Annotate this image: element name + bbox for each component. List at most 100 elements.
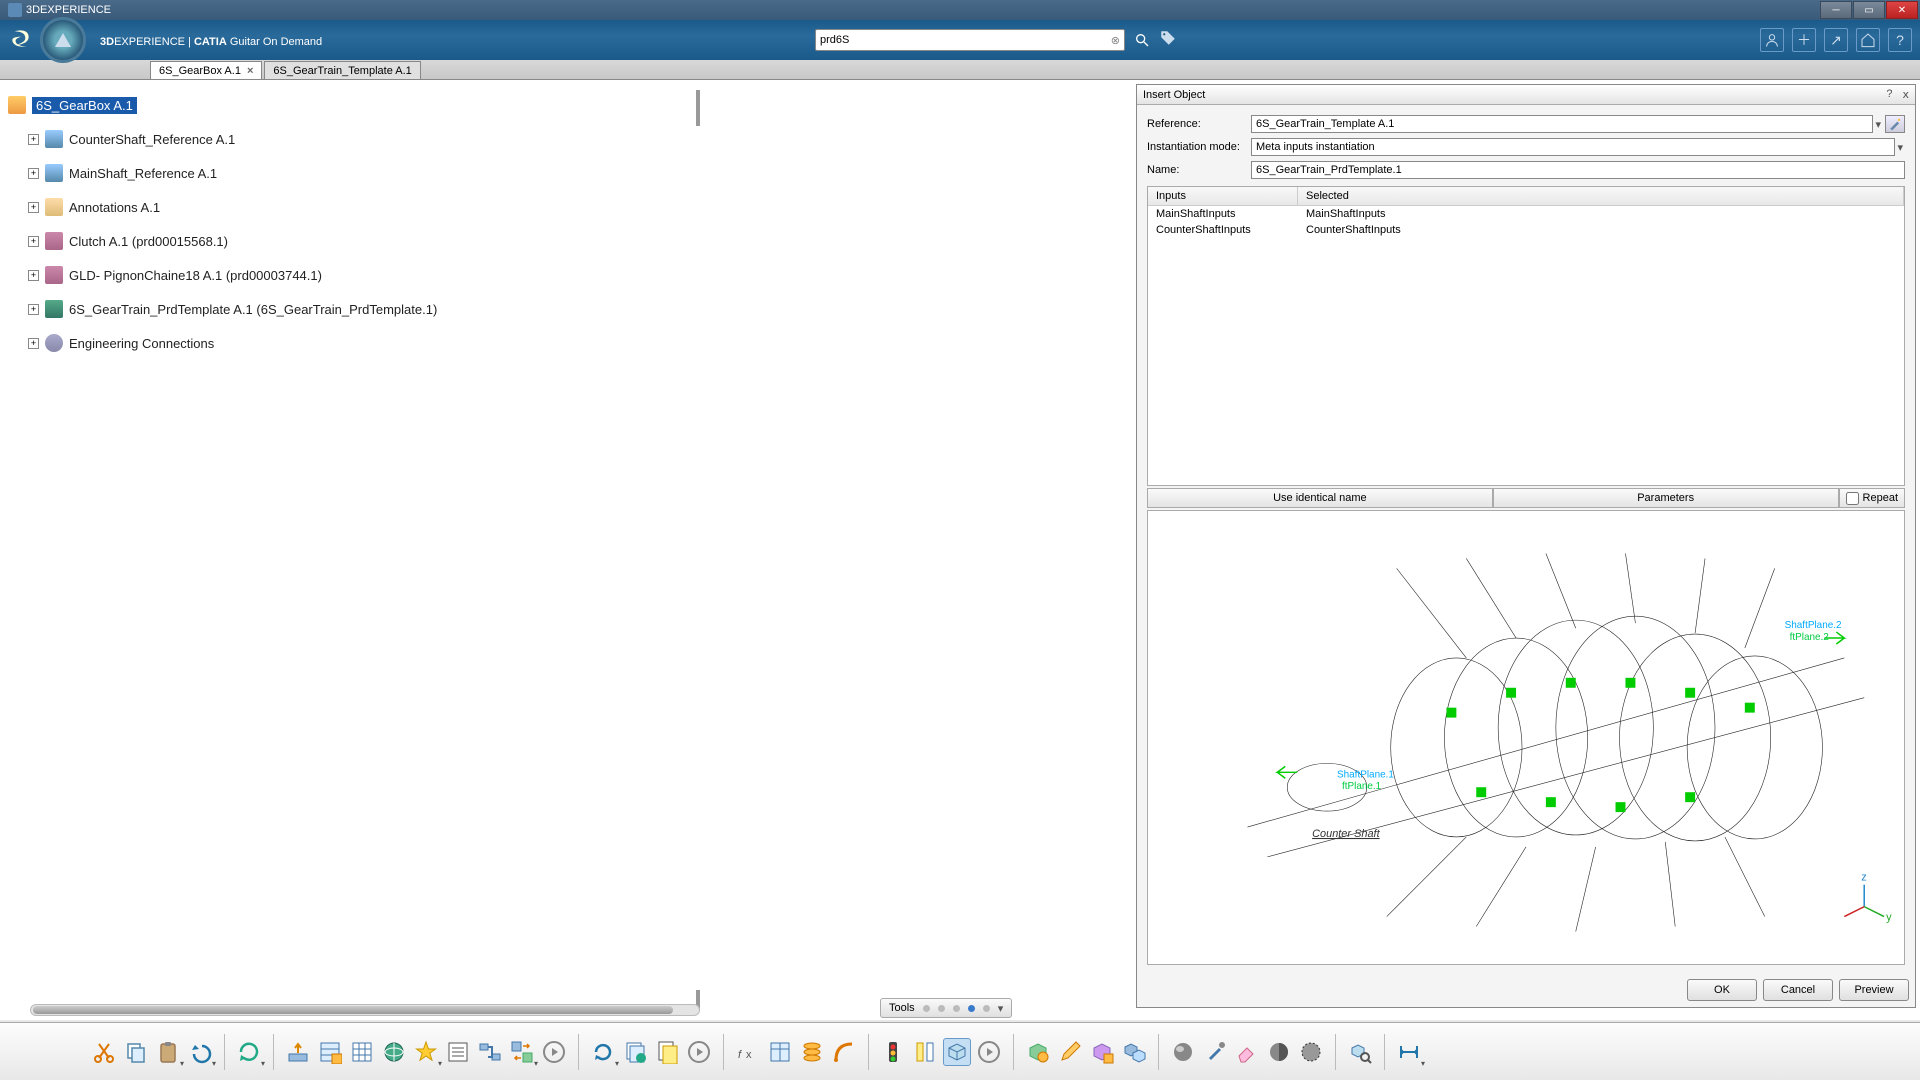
cut-icon[interactable] [90,1038,118,1066]
expand-icon[interactable]: + [28,168,39,179]
layers-icon[interactable] [621,1038,649,1066]
expand-icon[interactable]: + [28,134,39,145]
refresh-icon[interactable]: ▾ [589,1038,617,1066]
paste-icon[interactable]: ▾ [154,1038,182,1066]
inputs-row[interactable]: CounterShaftInputs CounterShaftInputs [1148,222,1904,238]
maximize-button[interactable]: ▭ [1853,1,1885,19]
tab-gearbox[interactable]: 6S_GearBox A.1 × [150,61,262,79]
add-icon[interactable]: ＋ [1792,28,1816,52]
picker-icon[interactable] [1201,1038,1229,1066]
user-icon[interactable] [1760,28,1784,52]
tools-pager[interactable]: Tools ▾ [880,998,1012,1018]
panel-help-icon[interactable]: ? [1886,88,1892,101]
tree-item-pignon[interactable]: + GLD- PignonChaine18 A.1 (prd00003744.1… [4,258,696,292]
browse-button[interactable] [1885,115,1905,133]
expand-icon[interactable]: + [28,236,39,247]
minimize-button[interactable]: ─ [1820,1,1852,19]
tree-root[interactable]: 6S_GearBox A.1 [4,88,696,122]
expand-icon[interactable]: + [28,202,39,213]
share-icon[interactable]: ↗ [1824,28,1848,52]
use-identical-name-button[interactable]: Use identical name [1147,488,1493,508]
dropdown-icon[interactable]: ▾ [1875,118,1881,131]
tag-icon[interactable] [1159,29,1181,51]
link-icon[interactable] [476,1038,504,1066]
preview-button[interactable]: Preview [1839,979,1909,1001]
play2-icon[interactable] [685,1038,713,1066]
doc-icon[interactable] [653,1038,681,1066]
page-dot[interactable] [923,1005,930,1012]
level-icon[interactable] [284,1038,312,1066]
swap-icon[interactable]: ▾ [508,1038,536,1066]
close-button[interactable]: ✕ [1886,1,1918,19]
connections-icon [45,334,63,352]
arc-icon[interactable] [830,1038,858,1066]
tab-geartrain-template[interactable]: 6S_GearTrain_Template A.1 [264,61,420,79]
tools-label: Tools [889,1002,915,1014]
traffic-icon[interactable] [879,1038,907,1066]
compass-button[interactable] [40,17,86,63]
box3d-icon[interactable] [943,1038,971,1066]
tree-item-prdtemplate[interactable]: + 6S_GearTrain_PrdTemplate A.1 (6S_GearT… [4,292,696,326]
world-icon[interactable] [380,1038,408,1066]
page-dot[interactable] [938,1005,945,1012]
shade2-icon[interactable] [1297,1038,1325,1066]
tree-item-clutch[interactable]: + Clutch A.1 (prd00015568.1) [4,224,696,258]
play-circle-icon[interactable] [540,1038,568,1066]
search3d-icon[interactable] [1346,1038,1374,1066]
h-scrollbar[interactable] [30,1004,700,1016]
parameters-button[interactable]: Parameters [1493,488,1839,508]
expand-icon[interactable]: + [28,338,39,349]
tree-item-engconnections[interactable]: + Engineering Connections [4,326,696,360]
copy-icon[interactable] [122,1038,150,1066]
name-input[interactable] [1251,161,1905,179]
search-input[interactable] [820,34,1111,46]
tool-cubes-icon[interactable] [1120,1038,1148,1066]
list-icon[interactable] [444,1038,472,1066]
chevron-down-icon[interactable]: ▾ [998,1002,1004,1015]
tree-item-countershaft[interactable]: + CounterShaft_Reference A.1 [4,122,696,156]
ruler-icon[interactable] [911,1038,939,1066]
inputs-row[interactable]: MainShaftInputs MainShaftInputs [1148,206,1904,222]
favorite-icon[interactable]: ▾ [412,1038,440,1066]
tool-cube-icon[interactable] [1088,1038,1116,1066]
eraser-icon[interactable] [1233,1038,1261,1066]
tab-close-icon[interactable]: × [247,65,253,77]
fx-icon[interactable]: fx [734,1038,762,1066]
sphere-icon[interactable] [1169,1038,1197,1066]
tree-item-mainshaft[interactable]: + MainShaft_Reference A.1 [4,156,696,190]
tool-package-icon[interactable] [1024,1038,1052,1066]
repeat-checkbox[interactable]: Repeat [1839,488,1905,508]
table-icon[interactable] [766,1038,794,1066]
measure-icon[interactable]: ▾ [1395,1038,1423,1066]
reference-input[interactable] [1251,115,1873,133]
undo-icon[interactable]: ▾ [186,1038,214,1066]
preview-viewport[interactable]: ShaftPlane.1 ftPlane.1 ShaftPlane.2 ftPl… [1147,510,1905,965]
pencil-icon[interactable] [1056,1038,1084,1066]
help-icon[interactable]: ? [1888,28,1912,52]
cancel-button[interactable]: Cancel [1763,979,1833,1001]
expand-icon[interactable]: + [28,270,39,281]
repeat-check-input[interactable] [1846,492,1859,505]
search-clear-icon[interactable]: ⊗ [1111,34,1120,47]
dropdown-icon[interactable]: ▾ [1897,141,1903,154]
page-dot[interactable] [953,1005,960,1012]
stack-icon[interactable] [798,1038,826,1066]
search-button[interactable] [1131,29,1153,51]
shade1-icon[interactable] [1265,1038,1293,1066]
play3-icon[interactable] [975,1038,1003,1066]
ok-button[interactable]: OK [1687,979,1757,1001]
expand-icon[interactable]: + [28,304,39,315]
home-icon[interactable] [1856,28,1880,52]
page-dot[interactable] [983,1005,990,1012]
splitter-handle[interactable] [696,90,700,126]
svg-text:z: z [1861,872,1866,884]
page-dot-active[interactable] [968,1005,975,1012]
panel-close-icon[interactable]: ⅹ [1902,88,1909,101]
sheet-icon[interactable] [316,1038,344,1066]
update-icon[interactable]: ▾ [235,1038,263,1066]
tree-item-annotations[interactable]: + Annotations A.1 [4,190,696,224]
mode-select[interactable] [1251,138,1895,156]
app-title: 3DEXPERIENCE [26,4,111,16]
bottom-toolbar: ▾ ▾ ▾ ▾ ▾ ▾ fx ▾ [0,1022,1920,1080]
grid-icon[interactable] [348,1038,376,1066]
